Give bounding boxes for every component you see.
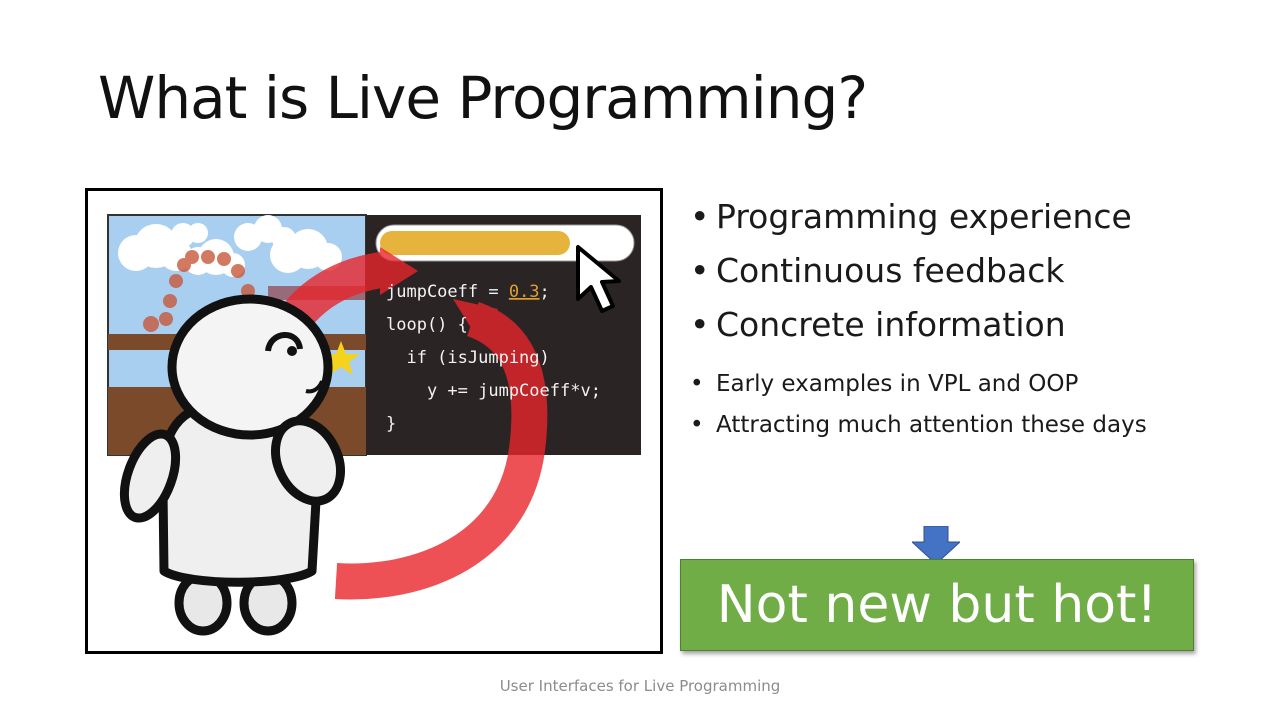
bullet-text: Programming experience (716, 197, 1132, 236)
code-line-1-pre: jumpCoeff = (386, 282, 509, 302)
sub-bullet-item: • Attracting much attention these days (690, 405, 1147, 446)
code-line-4: y += jumpCoeff*v; (386, 381, 601, 401)
code-number-value: 0.3 (509, 282, 540, 302)
bullet-dot: • (690, 305, 710, 344)
code-line-1-post: ; (540, 282, 550, 302)
illustration-svg: jumpCoeff = 0.3; loop() { if (isJumping)… (107, 214, 641, 636)
bullet-dot: • (690, 251, 710, 290)
bullet-dot: • (690, 412, 704, 438)
sub-bullet-item: • Early examples in VPL and OOP (690, 364, 1147, 405)
bullet-dot: • (690, 371, 704, 397)
sub-bullet-list: • Early examples in VPL and OOP • Attracti… (690, 364, 1147, 446)
code-line-1: jumpCoeff = 0.3; (386, 282, 550, 302)
code-line-2: loop() { (386, 315, 468, 335)
sub-bullet-text: Early examples in VPL and OOP (716, 371, 1079, 397)
code-line-3: if (isJumping) (386, 348, 550, 368)
bullet-text: Concrete information (716, 305, 1066, 344)
bullet-item: • Concrete information (690, 298, 1132, 352)
live-programming-illustration: jumpCoeff = 0.3; loop() { if (isJumping)… (85, 188, 663, 654)
slide-title: What is Live Programming? (98, 64, 868, 132)
bullet-dot: • (690, 197, 710, 236)
code-line-5: } (386, 414, 396, 434)
sub-bullet-text: Attracting much attention these days (716, 412, 1147, 438)
main-bullet-list: • Programming experience • Continuous feed… (690, 190, 1132, 352)
bullet-item: • Programming experience (690, 190, 1132, 244)
slide-footer: User Interfaces for Live Programming (499, 677, 781, 695)
bullet-item: • Continuous feedback (690, 244, 1132, 298)
callout-text: Not new but hot! (716, 575, 1158, 635)
callout-box: Not new but hot! (680, 559, 1194, 651)
bullet-text: Continuous feedback (716, 251, 1065, 290)
slider-fill (380, 231, 570, 255)
